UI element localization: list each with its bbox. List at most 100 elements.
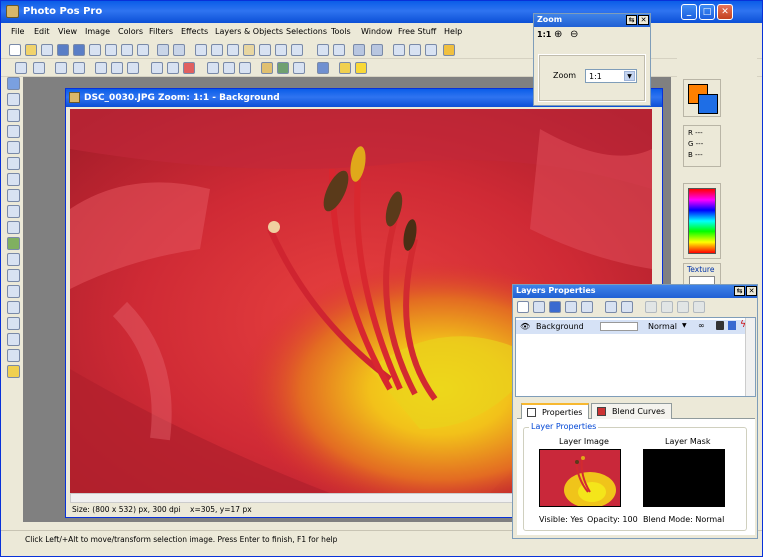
screen-capture-icon[interactable] xyxy=(317,44,329,56)
minimize-button[interactable]: _ xyxy=(681,4,697,20)
move-tool-icon[interactable] xyxy=(7,77,20,90)
chevron-down-icon[interactable]: ▼ xyxy=(624,71,635,81)
zoom-close-icon[interactable]: ✕ xyxy=(638,15,649,25)
eraser-icon[interactable] xyxy=(7,253,20,266)
rulers-icon[interactable] xyxy=(409,44,421,56)
star-icon[interactable] xyxy=(355,62,367,74)
redo-icon[interactable] xyxy=(173,44,185,56)
gradient-icon[interactable] xyxy=(7,285,20,298)
undo-icon[interactable] xyxy=(157,44,169,56)
lock-icon[interactable] xyxy=(716,321,724,330)
zoom-panel-title-bar[interactable]: Zoom ⇆ ✕ xyxy=(534,14,650,27)
layers-close-icon[interactable]: ✕ xyxy=(746,286,757,296)
color-spectrum[interactable] xyxy=(688,188,716,254)
magic-icon[interactable] xyxy=(339,62,351,74)
rotate-right-icon[interactable] xyxy=(33,62,45,74)
move-up-icon[interactable] xyxy=(677,301,689,313)
rotate-left-icon[interactable] xyxy=(15,62,27,74)
merge-layer-icon[interactable] xyxy=(565,301,577,313)
menu-view[interactable]: View xyxy=(58,27,77,36)
export-icon[interactable] xyxy=(121,44,133,56)
print-preview-icon[interactable] xyxy=(105,44,117,56)
canvas-size-icon[interactable] xyxy=(111,62,123,74)
layers-panel-title-bar[interactable]: Layers Properties ⇆ ✕ xyxy=(513,285,757,298)
flip-horizontal-icon[interactable] xyxy=(55,62,67,74)
fill-icon[interactable] xyxy=(7,269,20,282)
save-icon[interactable] xyxy=(57,44,69,56)
duplicate-layer-icon[interactable] xyxy=(533,301,545,313)
rect-select-icon[interactable] xyxy=(7,109,20,122)
brush-icon[interactable] xyxy=(7,189,20,202)
zoom-tool-icon[interactable] xyxy=(7,349,20,362)
scan-icon[interactable] xyxy=(41,44,53,56)
save-as-icon[interactable] xyxy=(73,44,85,56)
filter-icon[interactable] xyxy=(207,62,219,74)
selection-icon[interactable] xyxy=(317,62,329,74)
paste-icon[interactable] xyxy=(243,44,255,56)
zoom-in-icon[interactable]: ⊕ xyxy=(554,29,562,40)
grid-icon[interactable] xyxy=(393,44,405,56)
texture-icon[interactable] xyxy=(277,62,289,74)
zoom-out-icon[interactable]: ⊖ xyxy=(570,29,578,40)
menu-file[interactable]: File xyxy=(11,27,24,36)
pattern-icon[interactable] xyxy=(293,62,305,74)
opacity-slider[interactable] xyxy=(600,322,638,331)
text-tool-icon[interactable] xyxy=(7,301,20,314)
smudge-icon[interactable] xyxy=(7,333,20,346)
menu-edit[interactable]: Edit xyxy=(34,27,50,36)
close-button[interactable]: ✕ xyxy=(717,4,733,20)
blend-chevron-icon[interactable]: ▼ xyxy=(682,322,687,329)
flip-vertical-icon[interactable] xyxy=(73,62,85,74)
layer-lock-icon[interactable] xyxy=(605,301,617,313)
tools-icon[interactable] xyxy=(353,44,365,56)
new-layer-icon[interactable] xyxy=(517,301,529,313)
blend-mode-value[interactable]: Normal xyxy=(648,322,677,331)
menu-tools[interactable]: Tools xyxy=(331,27,351,36)
move-down-icon[interactable] xyxy=(645,301,657,313)
zoom-1-1-button[interactable]: 1:1 xyxy=(537,30,551,39)
shape-tool-icon[interactable] xyxy=(7,317,20,330)
menu-window[interactable]: Window xyxy=(361,27,393,36)
pencil-icon[interactable] xyxy=(443,44,455,56)
menu-free-stuff[interactable]: Free Stuff xyxy=(398,27,436,36)
frames-icon[interactable] xyxy=(261,62,273,74)
menu-layers-objects[interactable]: Layers & Objects xyxy=(215,27,283,36)
magic-wand-icon[interactable] xyxy=(7,141,20,154)
wand-star-icon[interactable] xyxy=(7,365,20,378)
pencil-tool-icon[interactable] xyxy=(7,221,20,234)
color-balance-icon[interactable] xyxy=(183,62,195,74)
tab-properties[interactable]: Properties xyxy=(521,403,590,419)
link-icon[interactable]: ∞ xyxy=(698,321,705,330)
brightness-icon[interactable] xyxy=(167,62,179,74)
paste-object-icon[interactable] xyxy=(291,44,303,56)
move-top-icon[interactable] xyxy=(693,301,705,313)
image-size-icon[interactable] xyxy=(95,62,107,74)
artistic-icon[interactable] xyxy=(239,62,251,74)
print-icon[interactable] xyxy=(89,44,101,56)
layer-eye-icon[interactable]: 👁 xyxy=(520,322,530,331)
clone-icon[interactable] xyxy=(7,237,20,250)
scripts-icon[interactable] xyxy=(333,44,345,56)
effects-icon[interactable] xyxy=(223,62,235,74)
menu-effects[interactable]: Effects xyxy=(181,27,208,36)
maximize-button[interactable]: □ xyxy=(699,4,715,20)
paste-layer-icon[interactable] xyxy=(275,44,287,56)
hand-tool-icon[interactable] xyxy=(7,93,20,106)
delete-layer-icon[interactable] xyxy=(549,301,561,313)
layer-row[interactable]: 👁 Background Normal ▼ ∞ ϟ xyxy=(516,320,755,334)
copy-merged-icon[interactable] xyxy=(227,44,239,56)
tab-blend-curves[interactable]: Blend Curves xyxy=(591,403,673,419)
levels-icon[interactable] xyxy=(151,62,163,74)
airbrush-icon[interactable] xyxy=(7,205,20,218)
zoom-pin-icon[interactable]: ⇆ xyxy=(626,15,637,25)
properties-icon[interactable] xyxy=(137,44,149,56)
layers-scrollbar[interactable] xyxy=(745,318,755,396)
copy-icon[interactable] xyxy=(211,44,223,56)
flatten-icon[interactable] xyxy=(581,301,593,313)
move-bottom-icon[interactable] xyxy=(661,301,673,313)
lasso-icon[interactable] xyxy=(7,125,20,138)
open-icon[interactable] xyxy=(25,44,37,56)
cut-icon[interactable] xyxy=(195,44,207,56)
menu-image[interactable]: Image xyxy=(85,27,110,36)
layer-cut-icon[interactable] xyxy=(621,301,633,313)
